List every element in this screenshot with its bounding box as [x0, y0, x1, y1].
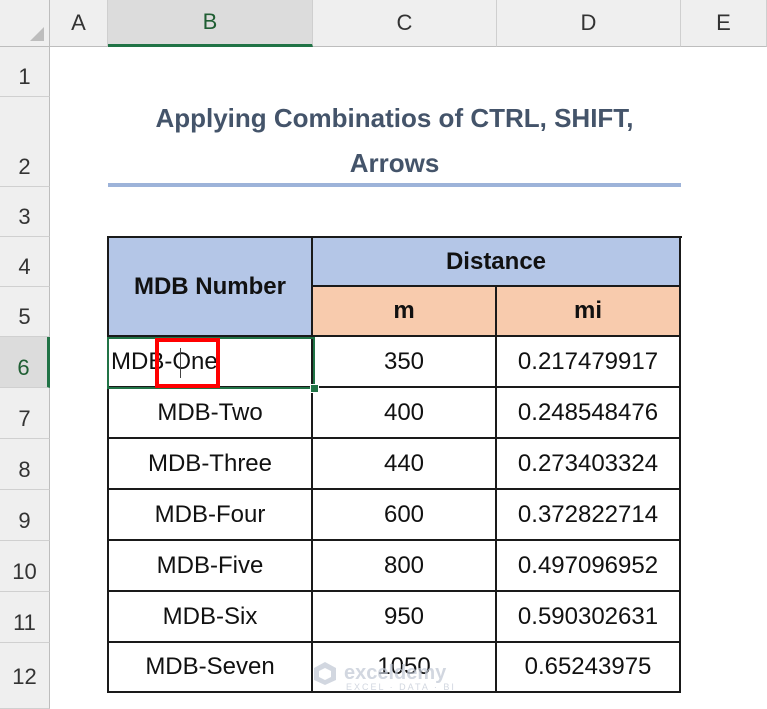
watermark-logo-icon	[314, 662, 336, 685]
header-distance[interactable]: Distance	[313, 238, 681, 287]
watermark: exceldemy EXCEL · DATA · BI	[312, 660, 454, 692]
table-cell-m[interactable]: 440	[313, 439, 497, 490]
table-cell-name[interactable]: MDB-Three	[109, 439, 313, 490]
title-underline	[108, 183, 681, 187]
row-header-8[interactable]: 8	[0, 439, 50, 490]
fill-handle[interactable]	[310, 384, 319, 393]
watermark-tagline: EXCEL · DATA · BI	[346, 682, 456, 692]
column-header-c[interactable]: C	[313, 0, 497, 47]
select-all-triangle-icon	[30, 27, 44, 41]
row-header-12[interactable]: 12	[0, 643, 50, 709]
table-cell-mi[interactable]: 0.497096952	[497, 541, 681, 592]
table-cell-mi[interactable]: 0.65243975	[497, 643, 681, 693]
text-cursor	[180, 348, 181, 378]
row-header-10[interactable]: 10	[0, 541, 50, 592]
row-header-4[interactable]: 4	[0, 237, 50, 287]
title-line-1: Applying Combinatios of CTRL, SHIFT,	[155, 103, 634, 133]
select-all-corner[interactable]	[0, 0, 50, 47]
table-cell-mi[interactable]: 0.372822714	[497, 490, 681, 541]
column-header-e[interactable]: E	[681, 0, 767, 47]
row-header-11[interactable]: 11	[0, 592, 50, 643]
title-line-2: Arrows	[349, 148, 440, 178]
header-m[interactable]: m	[313, 287, 497, 337]
header-mdb-number[interactable]: MDB Number	[109, 238, 313, 337]
row-header-3[interactable]: 3	[0, 187, 50, 237]
row-header-6[interactable]: 6	[0, 337, 50, 388]
column-header-a[interactable]: A	[50, 0, 108, 47]
table-cell-mi[interactable]: 0.273403324	[497, 439, 681, 490]
table-cell-m[interactable]: 950	[313, 592, 497, 643]
table-cell-name[interactable]: MDB-Two	[109, 388, 313, 439]
row-header-5[interactable]: 5	[0, 287, 50, 337]
column-header-b[interactable]: B	[108, 0, 313, 47]
table-cell-m[interactable]: 400	[313, 388, 497, 439]
row-header-2[interactable]: 2	[0, 97, 50, 187]
table-cell-m[interactable]: 800	[313, 541, 497, 592]
row-header-7[interactable]: 7	[0, 388, 50, 439]
table-cell-mi[interactable]: 0.590302631	[497, 592, 681, 643]
row-header-9[interactable]: 9	[0, 490, 50, 541]
table-cell-m[interactable]: 350	[313, 337, 497, 388]
column-header-d[interactable]: D	[497, 0, 681, 47]
header-mi[interactable]: mi	[497, 287, 681, 337]
red-highlight-box	[155, 338, 220, 388]
table-cell-name[interactable]: MDB-Six	[109, 592, 313, 643]
table-cell-name[interactable]: MDB-Seven	[109, 643, 313, 693]
table-cell-name[interactable]: MDB-Five	[109, 541, 313, 592]
table-cell-name[interactable]: MDB-Four	[109, 490, 313, 541]
table-cell-mi[interactable]: 0.248548476	[497, 388, 681, 439]
table-cell-m[interactable]: 600	[313, 490, 497, 541]
table-cell-mi[interactable]: 0.217479917	[497, 337, 681, 388]
row-header-1[interactable]: 1	[0, 47, 50, 97]
